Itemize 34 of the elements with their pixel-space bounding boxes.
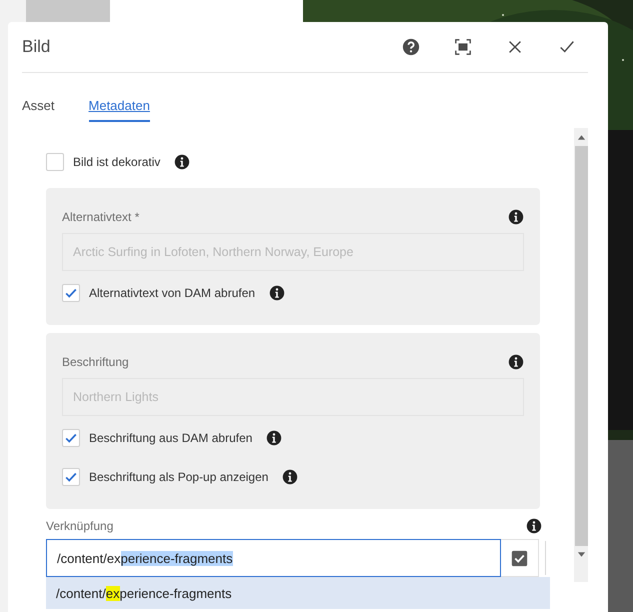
scrollbar-thumb[interactable]: [574, 146, 588, 546]
info-icon[interactable]: [266, 430, 282, 446]
checkbox-label: Beschriftung aus DAM abrufen: [89, 431, 252, 445]
info-icon[interactable]: [269, 285, 286, 301]
info-icon[interactable]: [508, 354, 524, 370]
fullscreen-icon[interactable]: [454, 38, 472, 56]
info-icon[interactable]: [526, 518, 542, 534]
checkbox-label: Beschriftung als Pop-up anzeigen: [89, 470, 268, 484]
checkbox[interactable]: [62, 284, 80, 302]
checkbox[interactable]: [46, 153, 64, 171]
scrollbar[interactable]: [574, 128, 588, 582]
scroll-up-icon[interactable]: [576, 134, 586, 140]
checkbox[interactable]: [62, 468, 80, 486]
info-icon[interactable]: [508, 209, 524, 225]
checkbox-icon: [511, 550, 528, 566]
field-label: Beschriftung: [62, 355, 129, 369]
field-label: Verknüpfung: [46, 519, 114, 533]
info-icon[interactable]: [174, 154, 190, 170]
field-label: Alternativtext *: [62, 210, 140, 224]
dialog-title: Bild: [22, 37, 50, 57]
close-icon[interactable]: [506, 38, 524, 56]
checkmark-icon: [64, 286, 78, 300]
tab[interactable]: Asset: [22, 98, 55, 122]
scroll-down-icon[interactable]: [576, 552, 586, 558]
info-icon[interactable]: [282, 469, 298, 485]
checkmark-icon: [64, 431, 78, 445]
picker-button[interactable]: [501, 539, 539, 577]
tab[interactable]: Metadaten: [88, 98, 150, 122]
help-icon[interactable]: [402, 38, 420, 56]
checkbox-label: Alternativtext von DAM abrufen: [89, 286, 256, 300]
checkmark-icon: [64, 470, 78, 484]
suggestion-item[interactable]: /content/experience-fragments: [46, 577, 550, 609]
checkbox-label: Bild ist dekorativ: [73, 155, 160, 169]
checkbox[interactable]: [62, 429, 80, 447]
